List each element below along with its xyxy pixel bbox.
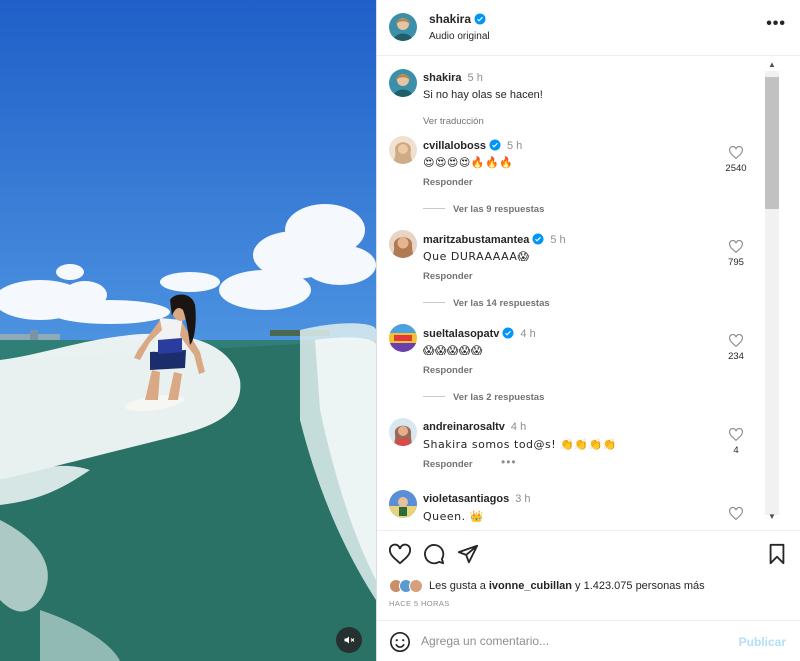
comment-avatar[interactable]: [389, 136, 417, 164]
reply-button[interactable]: Responder: [423, 177, 473, 188]
comment-item: cvillaloboss 5 h 😍😍😍😍🔥🔥🔥 Responder Ver la…: [377, 136, 757, 226]
comment-like-group: 795: [721, 240, 751, 268]
view-replies-label: Ver las 2 respuestas: [453, 392, 545, 403]
comment-text: Shakira somos tod@s! 👏👏👏👏: [423, 438, 617, 451]
verified-badge-icon: [489, 139, 501, 151]
comment-like-group: 2540: [721, 146, 751, 174]
comment-username[interactable]: sueltalasopatv: [423, 328, 499, 340]
comment-user-row: andreinarosaltv 4 h: [423, 421, 526, 433]
view-replies-label: Ver las 14 respuestas: [453, 298, 550, 309]
comment-like-group: [721, 507, 751, 520]
comment-user-row: maritzabustamantea 5 h: [423, 233, 566, 246]
comment-avatar[interactable]: [389, 418, 417, 446]
view-replies-link[interactable]: Ver las 9 respuestas: [423, 204, 544, 215]
liker-avatar: [409, 579, 423, 593]
caption-username[interactable]: shakira: [423, 72, 462, 84]
share-paper-plane-icon[interactable]: [457, 543, 479, 565]
author-username-row: shakira: [429, 12, 486, 26]
comment-username[interactable]: maritzabustamantea: [423, 234, 529, 246]
comment-text: Que DURAAAAA😱: [423, 250, 530, 263]
comments-list: shakira 5 h Si no hay olas se hacen! Ver …: [377, 57, 800, 529]
reply-button[interactable]: Responder: [423, 365, 473, 376]
view-replies-link[interactable]: Ver las 2 respuestas: [423, 392, 544, 403]
comment-time: 5 h: [550, 234, 566, 246]
comment-like-group: 4: [721, 428, 751, 456]
comment-user-row: cvillaloboss 5 h: [423, 139, 522, 152]
comment-user-row: violetasantiagos 3 h: [423, 493, 531, 505]
caption-user-row: shakira 5 h: [423, 72, 483, 84]
more-options-icon[interactable]: •••: [766, 16, 786, 32]
comment-item: andreinarosaltv 4 h Shakira somos tod@s! …: [377, 418, 757, 478]
comment-username[interactable]: violetasantiagos: [423, 493, 509, 505]
comment-avatar[interactable]: [389, 230, 417, 258]
verified-badge-icon: [502, 327, 514, 339]
reel-video[interactable]: [0, 0, 376, 661]
view-replies-link[interactable]: Ver las 14 respuestas: [423, 298, 550, 309]
comment-bubble-icon[interactable]: [423, 543, 445, 565]
comment-time: 3 h: [515, 493, 531, 505]
author-username[interactable]: shakira: [429, 12, 471, 26]
post-header: shakira Audio original •••: [377, 0, 800, 56]
comment-like-count: 234: [728, 351, 744, 362]
heart-outline-icon[interactable]: [729, 334, 743, 347]
comments-scrollbar[interactable]: ▲ ▼: [760, 57, 784, 529]
caption-time: 5 h: [467, 72, 483, 84]
comment-time: 5 h: [506, 140, 523, 152]
view-replies-label: Ver las 9 respuestas: [453, 204, 545, 215]
speaker-muted-icon: [344, 636, 355, 644]
surfing-video-frame: [0, 0, 376, 661]
author-avatar[interactable]: [389, 13, 417, 41]
audio-link[interactable]: Audio original: [429, 31, 490, 42]
post-side-panel: shakira Audio original ••• shakira 5 h Si…: [377, 0, 800, 661]
comment-text: 😍😍😍😍🔥🔥🔥: [423, 156, 514, 169]
emoji-smiley-icon[interactable]: [389, 631, 411, 653]
heart-outline-icon[interactable]: [729, 507, 743, 520]
comment-like-count: 795: [728, 257, 744, 268]
comment-avatar[interactable]: [389, 490, 417, 518]
comment-like-group: 234: [721, 334, 751, 362]
heart-outline-icon[interactable]: [729, 428, 743, 441]
scrollbar-thumb[interactable]: [765, 77, 779, 209]
comment-time: 4 h: [520, 328, 536, 340]
likes-user-link[interactable]: ivonne_cubillan: [489, 580, 572, 592]
comment-username[interactable]: andreinarosaltv: [423, 421, 505, 433]
reply-button[interactable]: Responder: [423, 459, 473, 470]
scroll-up-icon[interactable]: ▲: [767, 61, 777, 69]
verified-badge-icon: [532, 233, 544, 245]
reply-button[interactable]: Responder: [423, 271, 473, 282]
heart-outline-icon[interactable]: [729, 146, 743, 159]
comment-user-row: sueltalasopatv 4 h: [423, 327, 536, 340]
likes-suffix[interactable]: y 1.423.075 personas más: [575, 580, 705, 592]
verified-badge-icon: [474, 13, 486, 25]
comment-input[interactable]: [421, 630, 721, 652]
comment-options-icon[interactable]: •••: [501, 455, 517, 469]
publish-button[interactable]: Publicar: [739, 635, 786, 649]
post-actions-bar: [377, 530, 800, 576]
comment-composer: Publicar: [377, 620, 800, 661]
comment-text: 😱😱😱😱😱: [423, 344, 483, 357]
caption: shakira 5 h Si no hay olas se hacen! Ver …: [377, 69, 757, 129]
comment-like-count: 4: [733, 445, 739, 456]
comment-item: maritzabustamantea 5 h Que DURAAAAA😱 Resp…: [377, 230, 757, 320]
post-timestamp: HACE 5 HORAS: [389, 599, 450, 608]
caption-text: Si no hay olas se hacen!: [423, 89, 543, 101]
comment-like-count: 2540: [725, 163, 747, 174]
comment-avatar[interactable]: [389, 324, 417, 352]
like-heart-icon[interactable]: [389, 543, 411, 565]
caption-avatar[interactable]: [389, 69, 417, 97]
comment-time: 4 h: [510, 421, 527, 433]
comment-text: Queen. 👑: [423, 510, 484, 523]
liker-avatars: [389, 579, 423, 593]
scroll-down-icon[interactable]: ▼: [767, 513, 777, 521]
heart-outline-icon[interactable]: [729, 240, 743, 253]
comment-item: violetasantiagos 3 h Queen. 👑: [377, 490, 757, 529]
see-translation-link[interactable]: Ver traducción: [423, 116, 484, 127]
likes-prefix: Les gusta a: [429, 580, 486, 592]
comment-username[interactable]: cvillaloboss: [423, 140, 486, 152]
mute-button[interactable]: [336, 627, 362, 653]
likes-summary: Les gusta a ivonne_cubillan y 1.423.075 …: [389, 576, 705, 596]
save-bookmark-icon[interactable]: [766, 543, 788, 565]
comment-item: sueltalasopatv 4 h 😱😱😱😱😱 Responder Ver la…: [377, 324, 757, 414]
